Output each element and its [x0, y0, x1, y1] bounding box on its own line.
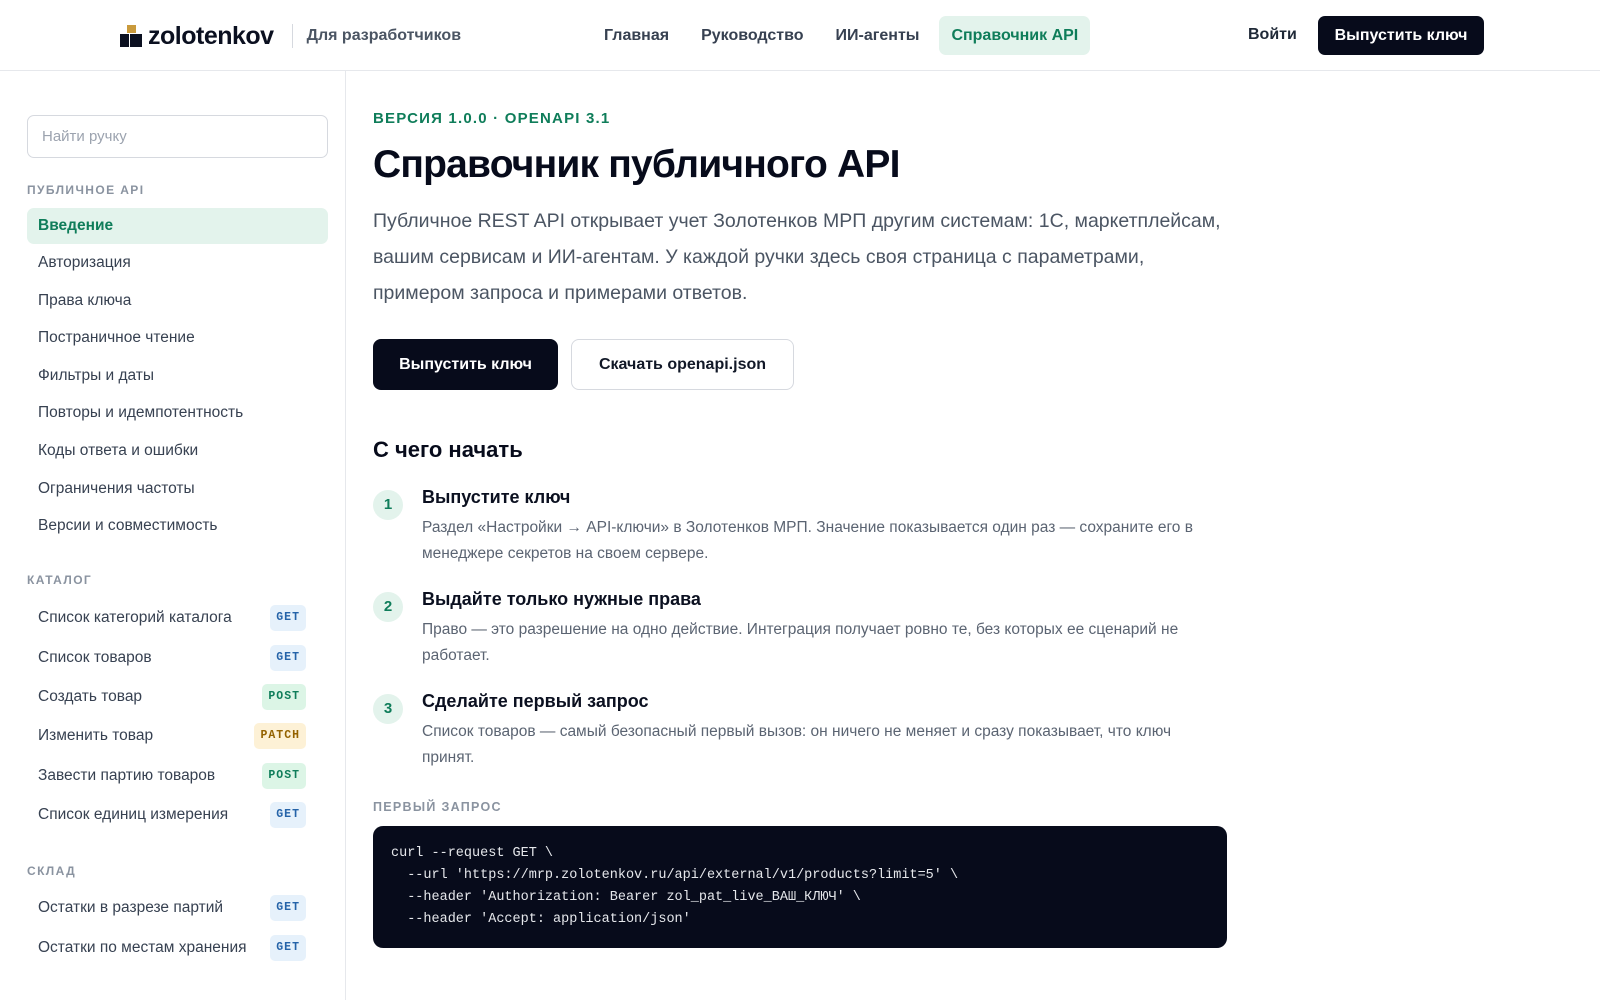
step-title: Выдайте только нужные права	[422, 589, 701, 609]
sidebar-item-stock-by-batch[interactable]: Остатки в разрезе партий GET	[27, 890, 317, 926]
nav-api-reference[interactable]: Справочник API	[939, 16, 1091, 55]
page-title: Справочник публичного API	[373, 143, 900, 186]
brand-name: zolotenkov	[148, 21, 274, 50]
search-input[interactable]	[27, 115, 328, 158]
sidebar-item-introduction[interactable]: Введение	[27, 208, 328, 244]
step-number: 3	[373, 694, 403, 724]
sidebar-item-products-list[interactable]: Список товаров GET	[27, 640, 317, 676]
getting-started-heading: С чего начать	[373, 437, 523, 462]
sidebar: ПУБЛИЧНОЕ API Введение Авторизация Права…	[0, 71, 346, 1000]
version-eyebrow: ВЕРСИЯ 1.0.0 · OPENAPI 3.1	[373, 110, 611, 127]
download-openapi-button[interactable]: Скачать openapi.json	[571, 339, 794, 390]
step-title: Выпустите ключ	[422, 487, 571, 507]
method-badge: GET	[270, 802, 306, 828]
logo-icon	[120, 25, 142, 47]
method-badge: GET	[270, 935, 306, 961]
method-badge: GET	[270, 645, 306, 671]
main-nav: Главная Руководство ИИ-агенты Справочник…	[604, 16, 1098, 55]
sidebar-section-public-api: ПУБЛИЧНОЕ API	[27, 183, 145, 197]
sidebar-item-retries-idempotency[interactable]: Повторы и идемпотентность	[27, 395, 328, 431]
method-badge: POST	[262, 684, 306, 710]
sidebar-item-product-batch[interactable]: Завести партию товаров POST	[27, 758, 317, 794]
sidebar-item-label: Список единиц измерения	[38, 806, 229, 823]
step-number: 1	[373, 490, 403, 520]
issue-key-button[interactable]: Выпустить ключ	[1318, 16, 1484, 55]
code-block[interactable]: curl --request GET \ --url 'https://mrp.…	[373, 826, 1227, 948]
sidebar-item-label: Постраничное чтение	[38, 329, 195, 346]
sidebar-item-rate-limits[interactable]: Ограничения частоты	[27, 471, 328, 507]
step-description: Список товаров — самый безопасный первый…	[422, 723, 1172, 766]
sidebar-item-label: Остатки по местам хранения	[38, 939, 247, 956]
sidebar-item-label: Коды ответа и ошибки	[38, 442, 199, 459]
lead-paragraph: Публичное REST API открывает учет Золоте…	[373, 210, 1221, 304]
sidebar-item-label: Права ключа	[38, 292, 132, 309]
sidebar-item-label: Создать товар	[38, 688, 143, 705]
code-line: --header 'Authorization: Bearer zol_pat_…	[391, 890, 861, 905]
step-description: Раздел «Настройки → API-ключи» в Золотен…	[422, 519, 1193, 562]
sidebar-item-versions[interactable]: Версии и совместимость	[27, 508, 328, 544]
top-navigation-bar: zolotenkov Для разработчиков Главная Рук…	[0, 0, 1600, 71]
code-line: --url 'https://mrp.zolotenkov.ru/api/ext…	[391, 868, 959, 883]
sidebar-item-label: Повторы и идемпотентность	[38, 404, 244, 421]
code-label: ПЕРВЫЙ ЗАПРОС	[373, 800, 502, 814]
step-title: Сделайте первый запрос	[422, 691, 649, 711]
sidebar-item-authorization[interactable]: Авторизация	[27, 245, 328, 281]
sidebar-item-response-codes[interactable]: Коды ответа и ошибки	[27, 433, 328, 469]
sidebar-item-create-product[interactable]: Создать товар POST	[27, 679, 317, 715]
sidebar-section-warehouse: СКЛАД	[27, 864, 77, 878]
method-badge: GET	[270, 605, 306, 631]
method-badge: GET	[270, 895, 306, 921]
sidebar-item-label: Введение	[38, 217, 114, 234]
sidebar-item-label: Остатки в разрезе партий	[38, 899, 224, 916]
issue-key-primary-button[interactable]: Выпустить ключ	[373, 339, 558, 390]
nav-home[interactable]: Главная	[592, 16, 681, 55]
sidebar-item-pagination[interactable]: Постраничное чтение	[27, 320, 328, 356]
nav-ai-agents[interactable]: ИИ-агенты	[823, 16, 931, 55]
sidebar-item-filters-dates[interactable]: Фильтры и даты	[27, 358, 328, 394]
sidebar-item-update-product[interactable]: Изменить товар PATCH	[27, 718, 317, 754]
code-line: --header 'Accept: application/json'	[391, 912, 691, 927]
sidebar-item-stock-by-location[interactable]: Остатки по местам хранения GET	[27, 930, 317, 966]
sidebar-item-label: Завести партию товаров	[38, 767, 216, 784]
step-description: Право — это разрешение на одно действие.…	[422, 621, 1179, 664]
brand[interactable]: zolotenkov Для разработчиков	[120, 22, 461, 50]
sidebar-item-key-permissions[interactable]: Права ключа	[27, 283, 328, 319]
sidebar-section-catalog: КАТАЛОГ	[27, 573, 93, 587]
brand-divider	[291, 24, 293, 48]
sidebar-item-label: Версии и совместимость	[38, 517, 218, 534]
method-badge: POST	[262, 763, 306, 789]
sidebar-item-label: Список товаров	[38, 649, 152, 666]
step-number: 2	[373, 592, 403, 622]
brand-subtitle: Для разработчиков	[306, 27, 462, 44]
sidebar-item-label: Изменить товар	[38, 727, 154, 744]
nav-guide[interactable]: Руководство	[689, 16, 815, 55]
code-line: curl --request GET \	[391, 846, 554, 861]
login-link[interactable]: Войти	[1248, 26, 1297, 44]
sidebar-item-units-list[interactable]: Список единиц измерения GET	[27, 797, 317, 833]
sidebar-item-label: Фильтры и даты	[38, 367, 155, 384]
sidebar-item-catalog-categories[interactable]: Список категорий каталога GET	[27, 600, 317, 636]
sidebar-item-label: Ограничения частоты	[38, 480, 195, 497]
sidebar-item-label: Авторизация	[38, 254, 131, 271]
sidebar-item-label: Список категорий каталога	[38, 609, 232, 626]
method-badge: PATCH	[254, 723, 306, 749]
